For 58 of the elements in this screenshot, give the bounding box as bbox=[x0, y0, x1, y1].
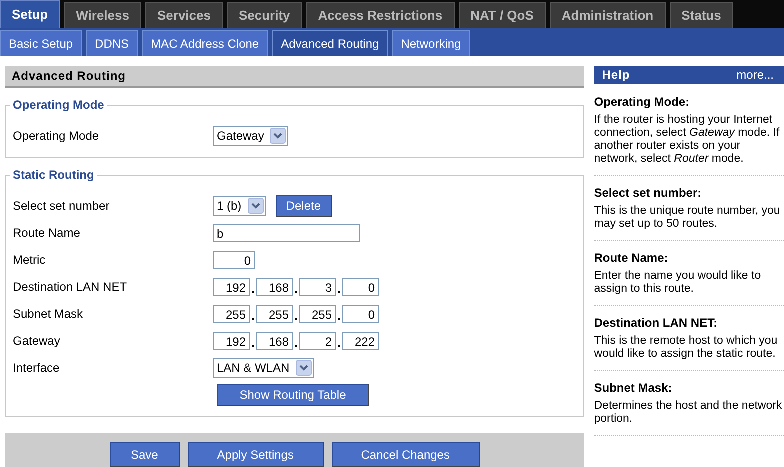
footer-button[interactable]: Apply Settings bbox=[188, 442, 324, 467]
footer-button[interactable]: Cancel Changes bbox=[332, 442, 480, 467]
sub-tab[interactable]: MAC Address Clone bbox=[142, 30, 268, 56]
show-routing-table-button[interactable]: Show Routing Table bbox=[217, 384, 369, 406]
dropdown[interactable]: 1 (b) bbox=[213, 196, 266, 216]
help-heading: Route Name: bbox=[594, 251, 670, 265]
field-label: Operating Mode bbox=[12, 128, 100, 142]
main-tab[interactable]: Access Restrictions bbox=[306, 2, 455, 28]
footer-button[interactable]: Save bbox=[110, 442, 180, 467]
help-title: Help bbox=[602, 68, 630, 82]
main-tab[interactable]: NAT / QoS bbox=[458, 2, 546, 28]
delete-button[interactable]: Delete bbox=[276, 194, 332, 216]
sub-tab[interactable]: Advanced Routing bbox=[272, 30, 388, 56]
main-tab[interactable]: Status bbox=[670, 2, 734, 28]
help-heading: Select set number: bbox=[594, 186, 703, 200]
help-heading: Subnet Mask: bbox=[594, 381, 674, 395]
group-title: Static Routing bbox=[10, 168, 98, 182]
ip-octet-field[interactable]: 192 bbox=[213, 332, 250, 350]
field-label: Gateway bbox=[12, 334, 62, 348]
ip-octet-field[interactable]: 255 bbox=[299, 304, 336, 322]
ip-octet-field[interactable]: 0 bbox=[342, 304, 379, 322]
ip-octet-field[interactable]: 168 bbox=[256, 278, 293, 296]
ip-octet-field[interactable]: 255 bbox=[256, 304, 293, 322]
metric-field[interactable]: 0 bbox=[213, 250, 255, 268]
help-text: This is the unique route number, you may set up to 50 routes. bbox=[594, 205, 782, 231]
field-label: Select set number bbox=[12, 198, 111, 212]
sub-tab[interactable]: DDNS bbox=[86, 30, 138, 56]
help-text: This is the remote host to which you would like to assign the static route. bbox=[594, 335, 779, 361]
more-link[interactable]: more... bbox=[736, 68, 774, 82]
ip-octet-field[interactable]: 0 bbox=[342, 278, 379, 296]
page-title: Advanced Routing bbox=[5, 66, 584, 88]
dropdown[interactable]: LAN & WLAN bbox=[213, 358, 314, 378]
main-tab[interactable]: Setup bbox=[0, 0, 60, 28]
sub-tab[interactable]: Basic Setup bbox=[0, 30, 82, 56]
field-label: Destination LAN NET bbox=[12, 280, 128, 294]
dropdown[interactable]: Gateway bbox=[213, 126, 288, 146]
ip-octet-field[interactable]: 192 bbox=[213, 278, 250, 296]
help-text: Determines the host and the network portion. bbox=[594, 400, 784, 426]
group-title: Operating Mode bbox=[10, 98, 108, 112]
help-heading: Operating Mode: bbox=[594, 95, 691, 109]
ip-octet-field[interactable]: 168 bbox=[256, 332, 293, 350]
help-text: Enter the name you would like to assign to this route. bbox=[594, 270, 762, 296]
main-tab[interactable]: Services bbox=[145, 2, 223, 28]
main-tab[interactable]: Wireless bbox=[64, 2, 142, 28]
ip-octet-field[interactable]: 2 bbox=[299, 332, 336, 350]
main-tab[interactable]: Administration bbox=[550, 2, 666, 28]
field-label: Route Name bbox=[12, 226, 82, 240]
ip-octet-field[interactable]: 3 bbox=[299, 278, 336, 296]
route-name-field[interactable]: b bbox=[213, 224, 360, 242]
field-label: Interface bbox=[12, 360, 61, 374]
field-label: Subnet Mask bbox=[12, 306, 84, 320]
main-tab[interactable]: Security bbox=[226, 2, 302, 28]
ip-octet-field[interactable]: 255 bbox=[213, 304, 250, 322]
help-heading: Destination LAN NET: bbox=[594, 316, 719, 330]
field-label: Metric bbox=[12, 252, 47, 266]
help-text: If the router is hosting your Internet connection, select Gateway mode. If another router exists on your network, select Router mode. bbox=[594, 114, 781, 166]
sub-tab[interactable]: Networking bbox=[392, 30, 470, 56]
ip-octet-field[interactable]: 222 bbox=[342, 332, 379, 350]
